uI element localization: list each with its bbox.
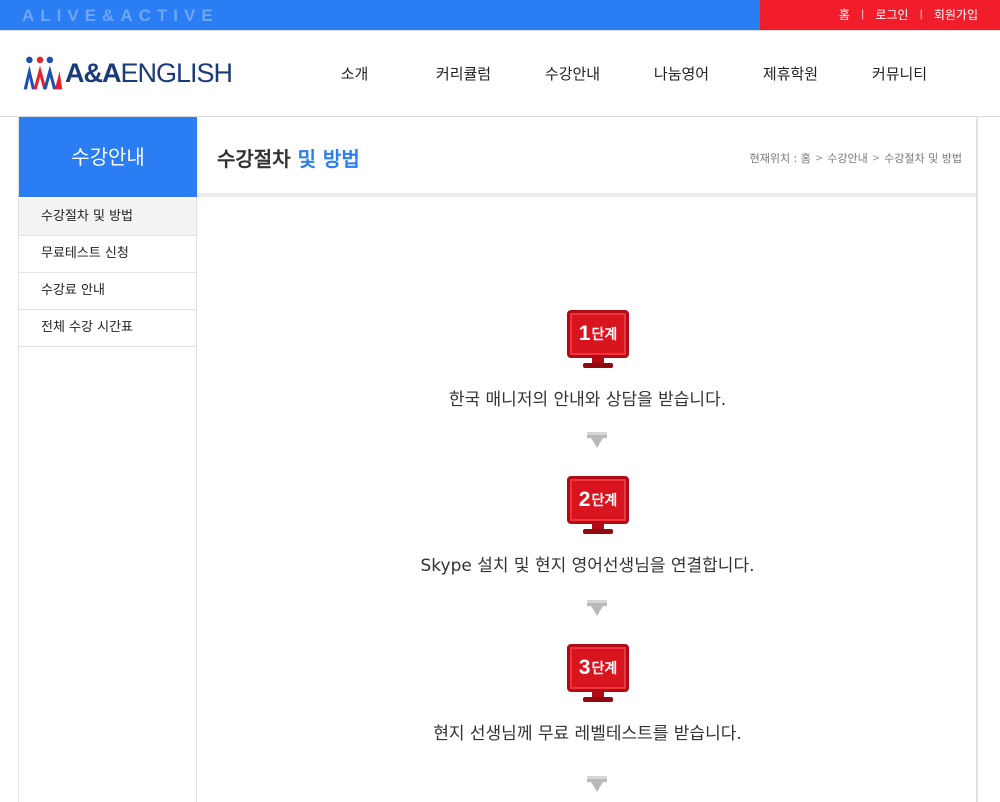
nav-course-info[interactable]: 수강안내	[518, 31, 627, 117]
top-bar-blue: ALIVE&ACTIVE	[0, 0, 760, 30]
monitor-screen: 1 단계	[567, 310, 629, 358]
down-arrow-icon	[587, 776, 607, 792]
sidebar-item-free-test[interactable]: 무료테스트 신청	[19, 236, 196, 273]
nav-curriculum[interactable]: 커리큘럼	[409, 31, 518, 117]
down-arrow-icon	[587, 600, 607, 616]
sidebar-menu: 수강절차 및 방법 무료테스트 신청 수강료 안내 전체 수강 시간표	[19, 199, 196, 347]
nav-sharing-english[interactable]: 나눔영어	[627, 31, 736, 117]
chevron-right-icon: >	[814, 152, 824, 164]
step-1-monitor-icon: 1 단계	[567, 310, 629, 370]
top-links: 홈 | 로그인 | 회원가입	[839, 6, 978, 23]
login-link[interactable]: 로그인	[875, 6, 908, 23]
divider: |	[860, 9, 865, 20]
sidebar-title: 수강안내	[19, 117, 197, 197]
step-3-text: 현지 선생님께 무료 레벨테스트를 받습니다.	[433, 724, 742, 744]
step-label: 단계	[591, 661, 618, 677]
nav-community[interactable]: 커뮤니티	[845, 31, 954, 117]
step-number: 2	[578, 488, 591, 511]
monitor-base	[583, 529, 613, 534]
nav-about[interactable]: 소개	[300, 31, 409, 117]
main-content: 수강절차 및 방법 현재위치 : 홈 > 수강안내 > 수강절차 및 방법 1단…	[197, 117, 978, 802]
page-title: 수강절차 및 방법	[217, 143, 360, 172]
header: A&AENGLISH 소개 커리큘럼 수강안내 나눔영어 제휴학원 커뮤니티	[0, 30, 1000, 117]
home-link[interactable]: 홈	[839, 6, 850, 23]
top-bar-red: 홈 | 로그인 | 회원가입	[760, 0, 1000, 30]
breadcrumb-current: 수강절차 및 방법	[884, 152, 962, 165]
logo[interactable]: A&AENGLISH	[22, 51, 233, 95]
step-label: 단계	[591, 327, 618, 343]
logo-people-icon	[23, 56, 63, 90]
step-3-monitor-icon: 3 단계	[567, 644, 629, 704]
breadcrumb: 현재위치 : 홈 > 수강안내 > 수강절차 및 방법	[750, 150, 962, 166]
monitor-screen: 2 단계	[567, 476, 629, 524]
monitor-base	[583, 363, 613, 368]
content-header: 수강절차 및 방법 현재위치 : 홈 > 수강안내 > 수강절차 및 방법	[197, 117, 976, 197]
divider: |	[919, 9, 923, 20]
signup-link[interactable]: 회원가입	[934, 6, 978, 23]
logo-word: ENGLISH	[120, 57, 233, 88]
step-2-monitor-icon: 2 단계	[567, 476, 629, 536]
breadcrumb-home[interactable]: 현재위치 : 홈	[750, 150, 811, 166]
nav-partner-academy[interactable]: 제휴학원	[736, 31, 845, 117]
monitor-base	[583, 697, 613, 702]
top-bar: ALIVE&ACTIVE 홈 | 로그인 | 회원가입	[0, 0, 1000, 30]
slogan: ALIVE&ACTIVE	[22, 6, 219, 25]
logo-brand: A&A	[64, 57, 121, 88]
sidebar: 수강안내 수강절차 및 방법 무료테스트 신청 수강료 안내 전체 수강 시간표	[18, 117, 197, 802]
page-title-main: 수강절차	[217, 147, 291, 171]
step-2-text: Skype 설치 및 현지 영어선생님을 연결합니다.	[420, 556, 755, 576]
down-arrow-icon	[587, 432, 607, 448]
main-nav: 소개 커리큘럼 수강안내 나눔영어 제휴학원 커뮤니티	[300, 31, 954, 117]
logo-text: A&AENGLISH	[64, 57, 233, 89]
step-number: 3	[578, 656, 591, 679]
step-label: 단계	[591, 493, 618, 509]
page-title-highlight: 및 방법	[290, 147, 360, 171]
sidebar-item-fees[interactable]: 수강료 안내	[19, 273, 196, 310]
breadcrumb-course-info[interactable]: 수강안내	[827, 150, 867, 166]
step-number: 1	[578, 322, 591, 345]
chevron-right-icon: >	[871, 152, 881, 164]
monitor-screen: 3 단계	[567, 644, 629, 692]
step-1-text: 한국 매니저의 안내와 상담을 받습니다.	[448, 390, 727, 410]
sidebar-item-procedure[interactable]: 수강절차 및 방법	[19, 199, 196, 236]
sidebar-item-timetable[interactable]: 전체 수강 시간표	[19, 310, 196, 347]
